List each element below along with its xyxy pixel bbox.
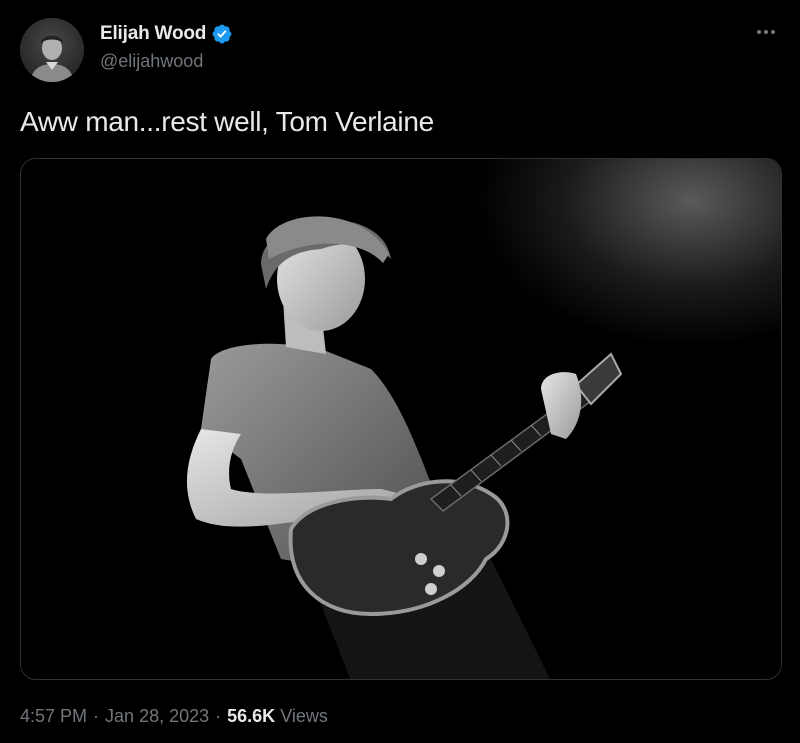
tweet: Elijah Wood @elijahwood Aww man...rest w…	[0, 0, 800, 743]
tweet-photo[interactable]	[20, 158, 782, 680]
more-options-button[interactable]	[752, 22, 780, 42]
tweet-meta: 4:57 PM · Jan 28, 2023 · 56.6K Views	[20, 706, 328, 727]
tweet-text: Aww man...rest well, Tom Verlaine	[20, 106, 434, 137]
display-name[interactable]: Elijah Wood	[100, 23, 206, 45]
more-horizontal-icon-dot	[764, 30, 768, 34]
more-horizontal-icon-dot	[771, 30, 775, 34]
tweet-date[interactable]: Jan 28, 2023	[105, 706, 209, 727]
avatar[interactable]	[20, 18, 84, 82]
views-count[interactable]: 56.6K	[227, 706, 275, 727]
views-label: Views	[280, 706, 328, 726]
author-info: Elijah Wood @elijahwood	[100, 22, 233, 72]
display-name-row: Elijah Wood	[100, 22, 233, 46]
handle[interactable]: @elijahwood	[100, 51, 233, 72]
tweet-time[interactable]: 4:57 PM	[20, 706, 87, 727]
more-horizontal-icon	[757, 30, 761, 34]
meta-separator: ·	[215, 706, 222, 726]
avatar-image	[20, 18, 84, 82]
meta-separator: ·	[93, 706, 100, 726]
verified-badge-icon[interactable]	[211, 23, 233, 45]
guitarist-photo	[21, 159, 781, 679]
